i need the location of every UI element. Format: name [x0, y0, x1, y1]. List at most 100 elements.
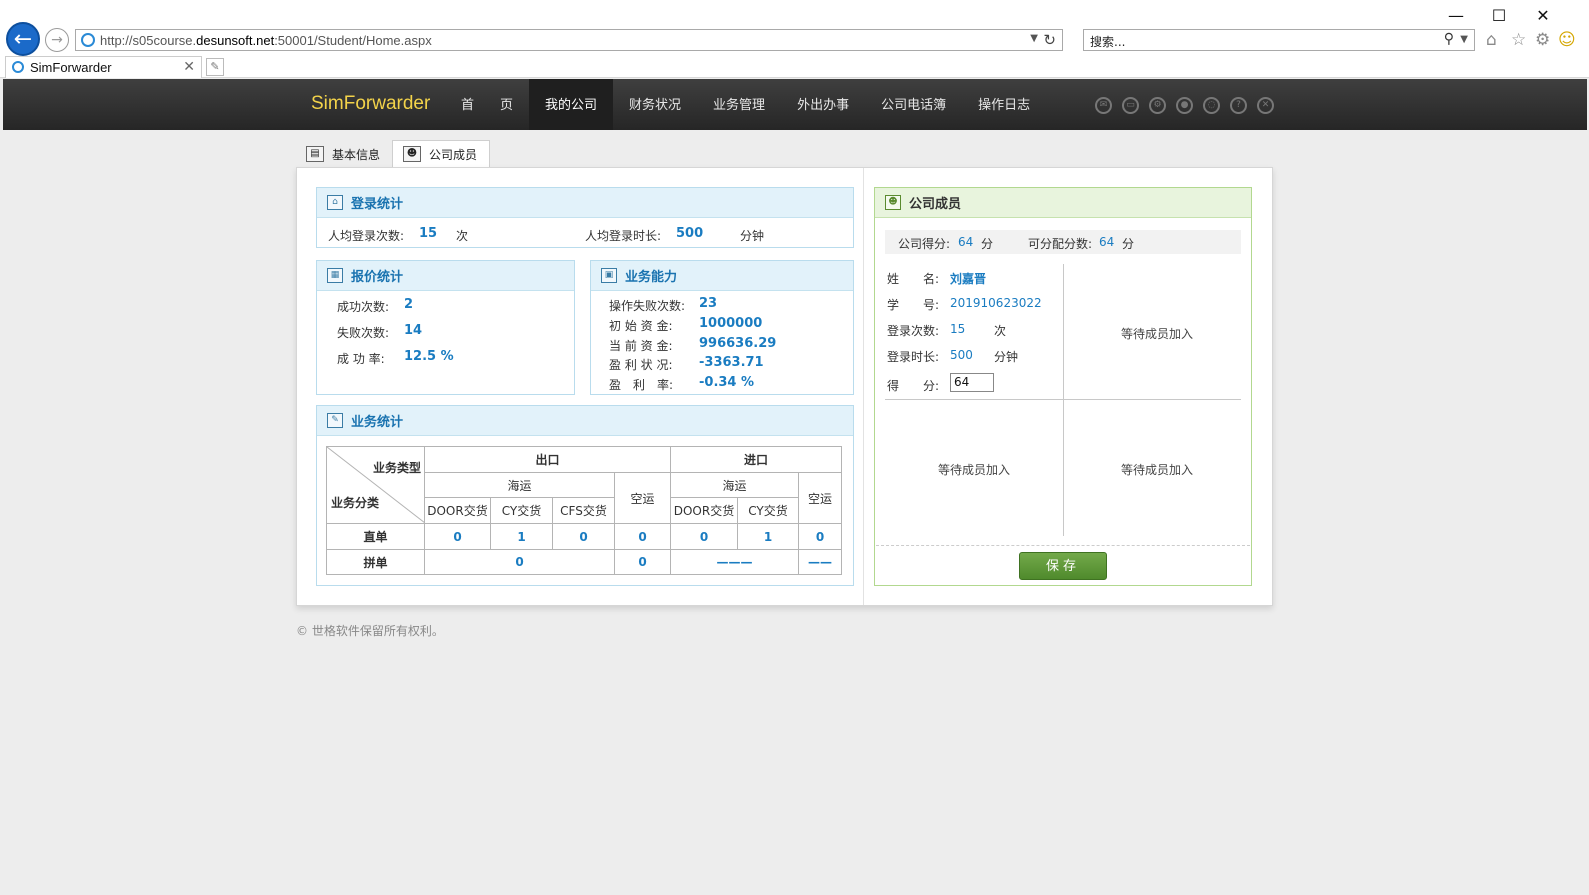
business-stats-table: 业务类型 业务分类 出口 进口 海运 空运 海运 空运 DOOR交货 CY交货 … — [326, 446, 842, 575]
search-icon[interactable]: ⚲ — [1444, 31, 1454, 47]
direct-import-door: 0 — [670, 523, 738, 550]
tab-ie-icon — [12, 61, 24, 73]
forward-arrow-icon[interactable]: → — [45, 28, 69, 52]
member-name-label: 姓 名: — [887, 272, 940, 286]
address-dropdown-icon[interactable]: ▼ — [1030, 33, 1038, 44]
corner-type-label: 业务类型 — [372, 461, 421, 475]
back-arrow-icon[interactable]: ← — [6, 22, 40, 56]
direct-export-cfs: 0 — [552, 523, 615, 550]
avg-duration-label: 人均登录时长: — [585, 229, 662, 243]
member-duration-unit: 分钟 — [994, 350, 1019, 364]
cur-fund-value: 996636.29 — [699, 336, 777, 351]
member-id-value: 201910623022 — [950, 296, 1042, 310]
settings-gear-icon[interactable]: ⚙ — [1535, 30, 1550, 50]
subtabs: ▤ 基本信息 ☻ 公司成员 — [296, 140, 491, 168]
success-count-value: 2 — [404, 297, 414, 312]
members-panel: ☻ 公司成员 公司得分: 64 分 可分配分数: 64 分 姓 名: 刘嘉晋 学 … — [874, 187, 1252, 586]
tab-basic-info[interactable]: ▤ 基本信息 — [296, 140, 392, 168]
member-logins-value: 15 — [950, 322, 966, 336]
score-bar: 公司得分: 64 分 可分配分数: 64 分 — [885, 230, 1241, 254]
member-grid-vertical — [1063, 264, 1064, 536]
logout-icon[interactable]: ✕ — [1257, 97, 1274, 114]
save-button[interactable]: 保存 — [1019, 552, 1107, 580]
tab-basic-info-label: 基本信息 — [332, 147, 381, 162]
close-window-icon[interactable]: ✕ — [1533, 6, 1553, 25]
profit-rate-value: -0.34 % — [699, 375, 755, 390]
member-name-value: 刘嘉晋 — [950, 272, 987, 286]
member-duration-value: 500 — [950, 348, 973, 362]
cur-fund-label: 当 前 资 金: — [609, 339, 673, 353]
members-footer-divider — [876, 545, 1250, 546]
settings-icon[interactable]: ⚙ — [1149, 97, 1166, 114]
maximize-icon[interactable]: ☐ — [1489, 6, 1509, 25]
avg-duration-unit: 分钟 — [740, 229, 765, 243]
new-tab-button[interactable]: ✎ — [206, 58, 224, 76]
refresh-icon[interactable]: ↻ — [1043, 31, 1056, 49]
business-stats-icon: ✎ — [327, 413, 343, 428]
success-count-label: 成功次数: — [337, 300, 390, 314]
members-icon: ☻ — [403, 146, 422, 162]
minimize-icon[interactable]: — — [1446, 6, 1466, 25]
user-icon[interactable]: ● — [1176, 97, 1193, 114]
nav-phonebook[interactable]: 公司电话簿 — [865, 79, 962, 130]
search-box[interactable]: 搜索... ⚲ ▼ — [1083, 29, 1475, 51]
avg-logins-unit: 次 — [456, 229, 469, 243]
smiley-feedback-icon[interactable]: ☺ — [1558, 30, 1576, 50]
member-duration-label: 登录时长: — [887, 350, 940, 364]
avg-logins-value: 15 — [419, 226, 438, 241]
waiting-slot-4: 等待成员加入 — [1120, 463, 1193, 477]
direct-export-cy: 1 — [490, 523, 553, 550]
waiting-slot-2: 等待成员加入 — [1120, 327, 1193, 341]
search-dropdown-icon[interactable]: ▼ — [1460, 34, 1468, 45]
help-icon[interactable]: ? — [1230, 97, 1247, 114]
avg-logins-label: 人均登录次数: — [328, 229, 405, 243]
business-stats-title: 业务统计 — [351, 415, 404, 430]
export-door-header: DOOR交货 — [424, 497, 491, 524]
browser-chrome: — ☐ ✕ ← → http://s05course.desunsoft.net… — [0, 0, 1589, 78]
direct-import-air: 0 — [798, 523, 842, 550]
login-stats-icon: ⌂ — [327, 195, 343, 210]
consol-export-air: 0 — [614, 549, 671, 575]
corner-class-label: 业务分类 — [331, 496, 380, 510]
export-air-header: 空运 — [614, 472, 671, 524]
assignable-score-value: 64 — [1099, 235, 1115, 249]
corner-header: 业务类型 业务分类 — [326, 446, 425, 524]
profit-value: -3363.71 — [699, 355, 764, 370]
nav-my-company[interactable]: 我的公司 — [529, 79, 614, 130]
success-rate-label: 成 功 率: — [337, 352, 385, 366]
business-ability-icon: ▣ — [601, 268, 617, 283]
import-air-header: 空运 — [798, 472, 842, 524]
monitor-icon[interactable]: ▭ — [1122, 97, 1139, 114]
consol-import-air: —— — [798, 549, 842, 575]
nav-finance[interactable]: 财务状况 — [613, 79, 697, 130]
import-sea-header: 海运 — [670, 472, 799, 498]
nav-errands[interactable]: 外出办事 — [781, 79, 865, 130]
tab-members-label: 公司成员 — [429, 147, 478, 162]
chat-icon[interactable]: ◌ — [1203, 97, 1220, 114]
tab-close-icon[interactable]: ✕ — [183, 59, 195, 75]
home-icon[interactable]: ⌂ — [1486, 30, 1497, 50]
members-panel-title: 公司成员 — [909, 197, 962, 212]
company-score-label: 公司得分: — [898, 237, 951, 251]
fail-count-value: 14 — [404, 323, 423, 338]
main-nav: 首 页 我的公司 财务状况 业务管理 外出办事 公司电话簿 操作日志 — [445, 79, 1046, 130]
quote-stats-panel: ▦ 报价统计 成功次数: 2 失败次数: 14 成 功 率: 12.5 % — [316, 260, 575, 395]
favorites-star-icon[interactable]: ☆ — [1511, 30, 1526, 50]
nav-home[interactable]: 首 页 — [445, 79, 529, 130]
app-logo[interactable]: SimForwarder — [311, 93, 430, 115]
op-fail-label: 操作失败次数: — [609, 299, 686, 313]
mail-icon[interactable]: ✉ — [1095, 97, 1112, 114]
init-fund-value: 1000000 — [699, 316, 763, 331]
direct-export-air: 0 — [614, 523, 671, 550]
address-url: http://s05course.desunsoft.net:50001/Stu… — [100, 33, 432, 48]
nav-operation-log[interactable]: 操作日志 — [962, 79, 1046, 130]
address-bar[interactable]: http://s05course.desunsoft.net:50001/Stu… — [75, 29, 1063, 51]
members-panel-icon: ☻ — [885, 195, 901, 210]
member-grid-horizontal — [885, 399, 1241, 400]
tab-members[interactable]: ☻ 公司成员 — [392, 140, 491, 168]
browser-tab[interactable]: SimForwarder ✕ — [5, 56, 202, 78]
member-score-input[interactable]: 64 — [950, 373, 994, 392]
fail-count-label: 失败次数: — [337, 326, 390, 340]
nav-business[interactable]: 业务管理 — [697, 79, 781, 130]
business-ability-panel: ▣ 业务能力 操作失败次数: 23 初 始 资 金: 1000000 当 前 资 … — [590, 260, 854, 395]
